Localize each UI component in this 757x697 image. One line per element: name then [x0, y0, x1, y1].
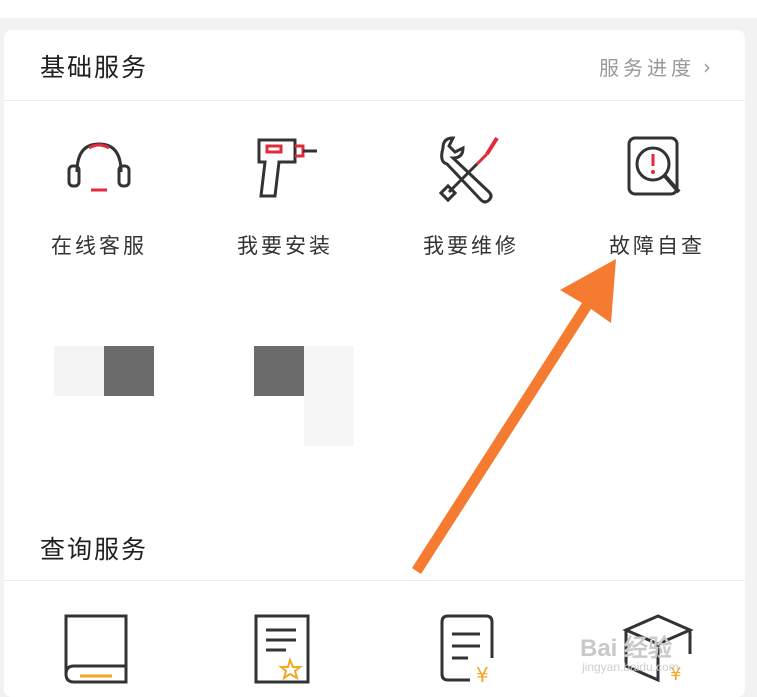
basic-services-title: 基础服务 — [40, 53, 149, 82]
query-item-price-list[interactable]: ¥ — [432, 608, 512, 688]
query-item-warranty[interactable] — [246, 608, 326, 688]
chevron-right-icon: › — [703, 54, 715, 79]
mosaic-block — [304, 346, 354, 446]
service-repair[interactable]: 我要维修 — [386, 130, 556, 270]
query-services-title: 查询服务 — [40, 535, 149, 564]
price-list-icon: ¥ — [440, 614, 494, 687]
divider — [4, 580, 745, 581]
mosaic-block — [54, 346, 104, 396]
wrench-screwdriver-icon — [431, 130, 511, 210]
svg-text:¥: ¥ — [476, 663, 489, 687]
certificate-star-icon — [254, 614, 310, 684]
service-progress-link[interactable]: 服务进度 › — [599, 52, 715, 81]
service-self-diagnosis[interactable]: 故障自查 — [572, 130, 742, 270]
headset-icon — [59, 130, 139, 210]
drill-icon — [245, 130, 325, 210]
service-online-support[interactable]: 在线客服 — [14, 130, 184, 270]
mosaic-block — [254, 346, 304, 396]
service-installation[interactable]: 我要安装 — [200, 130, 370, 270]
diagnostic-magnifier-icon — [617, 130, 697, 210]
services-card: 基础服务 服务进度 › 在线客服 我要安装 我要维修 故障自查 查询服务 ¥ ¥ — [4, 30, 745, 697]
top-strip — [0, 0, 757, 18]
service-label: 故障自查 — [609, 234, 705, 258]
watermark-url: jingyan.baidu.com — [582, 660, 679, 674]
query-item-manual[interactable] — [60, 608, 140, 688]
service-progress-label: 服务进度 — [599, 56, 695, 80]
service-label: 我要维修 — [423, 234, 519, 258]
basic-services-header: 基础服务 服务进度 › — [4, 30, 745, 101]
service-label: 我要安装 — [237, 234, 333, 258]
mosaic-block — [104, 346, 154, 396]
watermark-logo: Bai 经验 — [580, 635, 673, 662]
service-label: 在线客服 — [51, 234, 147, 258]
book-icon — [64, 614, 128, 684]
